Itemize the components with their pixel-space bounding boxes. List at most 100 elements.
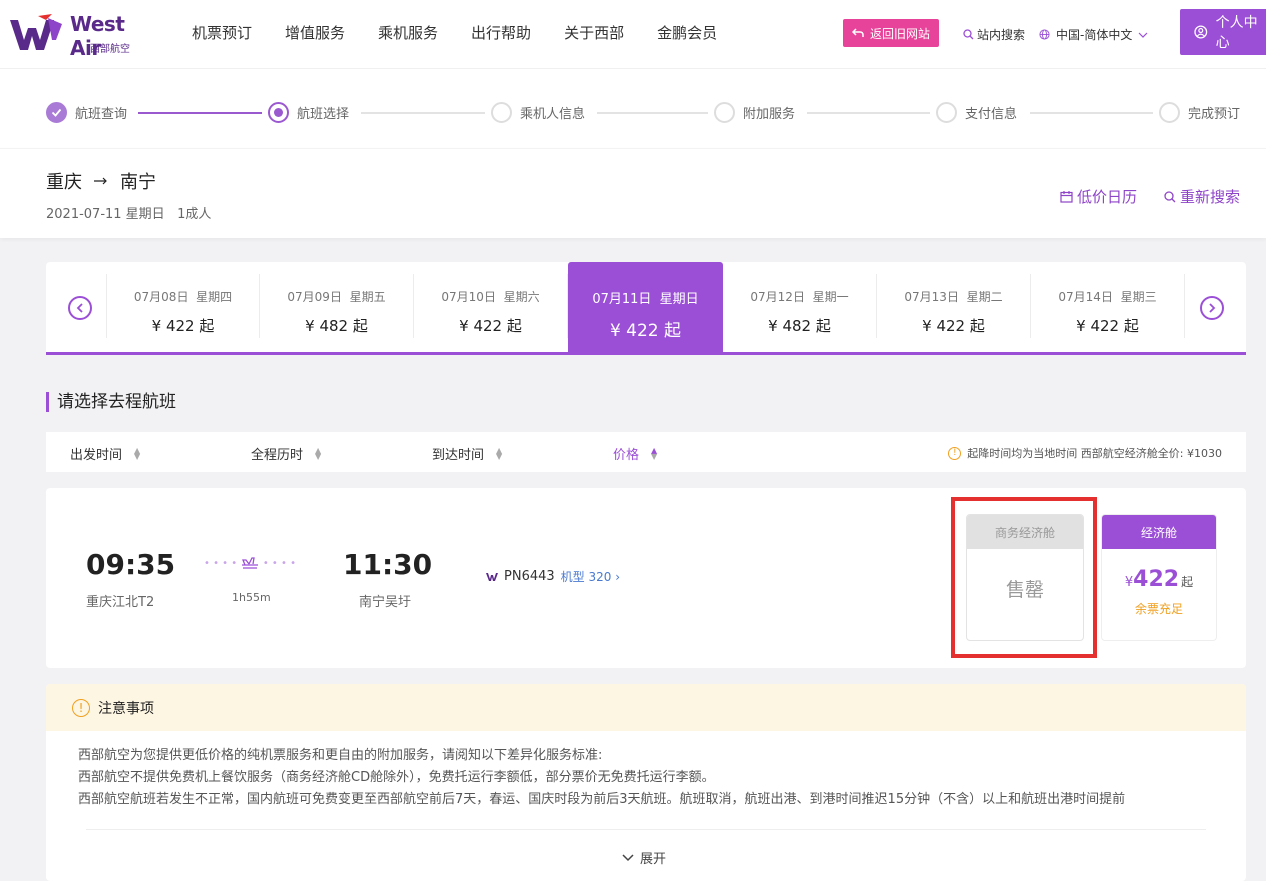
date-option[interactable]: 07月10日 星期六 ¥ 422 起 [414,274,568,338]
date-price: ¥ 422 起 [151,317,215,335]
step-circle-icon [714,102,735,123]
site-search-link[interactable]: 站内搜索 [963,26,1025,43]
step-extra-services: 附加服务 [714,102,795,123]
research-label: 重新搜索 [1180,188,1241,206]
next-dates-button[interactable] [1200,296,1224,320]
date-label: 07月08日 星期四 [133,290,233,304]
step-label: 附加服务 [743,107,796,122]
date-option[interactable]: 07月08日 星期四 ¥ 422 起 [106,274,260,338]
step-label: 航班查询 [75,107,128,122]
ticket-availability: 余票充足 [1134,602,1183,616]
step-label: 乘机人信息 [520,107,586,122]
step-circle-icon [936,102,957,123]
arrow-right-icon [94,177,107,185]
notice-title: 注意事项 [98,700,154,717]
main-menu: 机票预订 增值服务 乘机服务 出行帮助 关于西部 金鹏会员 [192,22,750,43]
date-price: ¥ 482 起 [305,317,368,335]
route-title: 重庆 南宁 [46,168,156,194]
destination-city: 南宁 [120,172,156,193]
menu-item-booking[interactable]: 机票预订 [192,22,252,43]
sort-caret-icon: ▲ ▼ [496,445,503,461]
section-title: 请选择去程航班 [46,392,176,412]
return-arrow-icon [851,28,864,37]
step-connector [807,112,930,114]
fare-note-text: 起降时间均为当地时间 西部航空经济舱全价: ¥1030 [967,447,1222,460]
date-label: 07月14日 星期三 [1058,290,1157,304]
menu-item-boarding[interactable]: 乘机服务 [378,22,438,43]
economy-price: ¥422 起 [1102,567,1216,592]
booking-progress-steps: 航班查询 航班选择 乘机人信息 附加服务 支付信息 完成预订 [0,68,1266,148]
sort-caret-icon: ▲ ▼ [651,445,658,461]
user-icon [1194,25,1208,39]
return-old-site-button[interactable]: 返回旧网站 [843,19,939,47]
menu-item-about[interactable]: 关于西部 [564,22,624,43]
fare-note: ! 起降时间均为当地时间 西部航空经济舱全价: ¥1030 [948,445,1222,461]
step-label: 完成预订 [1188,107,1241,122]
flight-number: PN6443 [504,569,555,584]
date-option-selected[interactable]: 07月11日 星期日 ¥ 422 起 [568,262,723,352]
flight-card: 09:35 重庆江北T2 • • • • • • • • 1h55m 11:30… [46,488,1246,668]
date-label: 07月10日 星期六 [441,290,540,304]
route-header: 重庆 南宁 2021-07-11 星期日 1成人 低价日历 重新搜索 [0,148,1266,238]
date-price: ¥ 482 起 [768,317,831,335]
date-price: ¥ 422 起 [459,317,522,335]
step-label: 支付信息 [965,107,1018,122]
highlight-box [951,497,1097,658]
date-selector-strip: 07月08日 星期四 ¥ 422 起 07月09日 星期五 ¥ 482 起 07… [46,262,1246,355]
price-suffix: 起 [1181,575,1194,589]
step-flight-search: 航班查询 [46,102,127,123]
step-label: 航班选择 [297,107,350,122]
date-label: 07月09日 星期五 [287,290,386,304]
plane-icon [242,557,258,569]
previous-dates-button[interactable] [68,296,92,320]
notice-body: 西部航空为您提供更低价格的纯机票服务和更自由的附加服务，请阅知以下差异化服务标准… [46,731,1246,811]
date-option[interactable]: 07月13日 星期二 ¥ 422 起 [877,274,1031,338]
west-air-logo[interactable]: West Air 西部航空 [8,10,158,60]
step-connector [138,112,262,114]
chevron-down-icon [1138,32,1148,38]
sort-by-arrival[interactable]: 到达时间 ▲ ▼ [432,444,502,463]
info-icon: ! [948,446,962,460]
sort-by-departure[interactable]: 出发时间 ▲ ▼ [70,444,140,463]
economy-cabin-option[interactable]: 经济舱 ¥422 起 余票充足 [1101,514,1217,641]
origin-city: 重庆 [46,172,82,193]
menu-item-membership[interactable]: 金鹏会员 [657,22,717,43]
menu-item-value-added[interactable]: 增值服务 [285,22,345,43]
active-step-icon [268,102,289,123]
globe-icon [1039,29,1050,40]
search-icon [1164,190,1176,202]
user-center-label: 个人中心 [1215,15,1258,51]
sort-caret-icon: ▲ ▼ [134,445,141,461]
expand-notice-button[interactable]: 展开 [622,848,666,867]
aircraft-model-label: 机型 320 [560,570,612,584]
sort-by-price[interactable]: 价格 ▲ ▼ [613,444,657,463]
user-center-button[interactable]: 个人中心 [1180,9,1266,55]
date-option[interactable]: 07月14日 星期三 ¥ 422 起 [1031,274,1185,338]
departure-airport: 重庆江北T2 [86,595,155,610]
date-price: ¥ 422 起 [922,317,985,335]
sort-by-duration[interactable]: 全程历时 ▲ ▼ [251,444,321,463]
date-option[interactable]: 07月09日 星期五 ¥ 482 起 [260,274,414,338]
step-connector [597,112,708,114]
flight-path: • • • • • • • • [204,552,296,574]
research-link[interactable]: 重新搜索 [1164,186,1240,207]
sort-label: 出发时间 [70,448,123,463]
sort-label: 到达时间 [432,448,485,463]
language-label: 中国-简体中文 [1056,28,1133,42]
menu-item-help[interactable]: 出行帮助 [471,22,531,43]
language-selector[interactable]: 中国-简体中文 [1039,26,1148,43]
step-connector [361,112,485,114]
date-option[interactable]: 07月12日 星期一 ¥ 482 起 [723,274,877,338]
price-value: 422 [1133,567,1180,592]
west-air-logo-mark [10,14,62,50]
chevron-right-icon [1209,303,1216,313]
flight-info: PN6443 机型 320 › [486,568,620,585]
search-icon [963,29,974,40]
aircraft-model-link[interactable]: 机型 320 › [561,568,620,585]
sort-label: 价格 [613,448,640,463]
low-price-calendar-link[interactable]: 低价日历 [1060,186,1137,207]
warning-icon: ! [72,698,90,717]
step-flight-select: 航班选择 [268,102,349,123]
notice-line: 西部航空不提供免费机上餐饮服务（商务经济舱CD舱除外），免费托运行李额低，部分票… [78,770,715,785]
step-connector [1030,112,1153,114]
